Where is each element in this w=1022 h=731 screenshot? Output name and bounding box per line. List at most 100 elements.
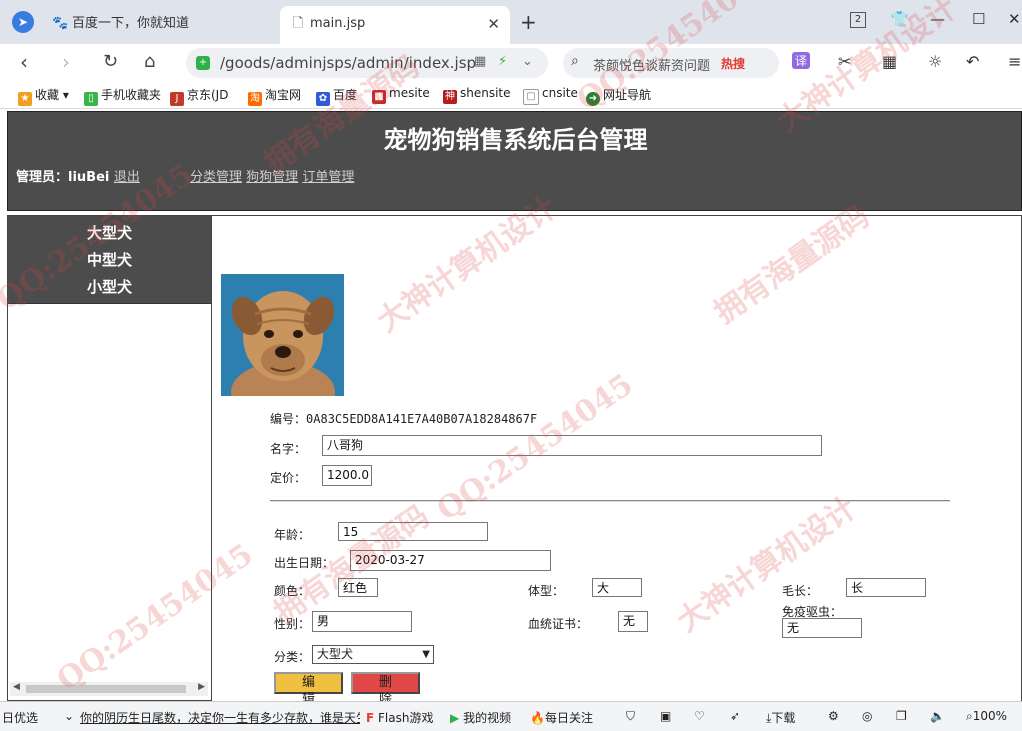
- zoom-icon: ⌕: [966, 709, 973, 723]
- download-link[interactable]: ⤓下载: [766, 709, 795, 726]
- maximize-icon[interactable]: ☐: [972, 10, 985, 28]
- scroll-thumb[interactable]: [26, 685, 186, 693]
- logout-link[interactable]: 退出: [114, 170, 140, 185]
- dog-color-field[interactable]: 红色: [338, 578, 378, 597]
- dog-price-label: 定价：: [270, 471, 307, 485]
- category-medium[interactable]: 中型犬: [8, 247, 211, 274]
- category-menu: 大型犬 中型犬 小型犬: [8, 216, 211, 304]
- dog-category-select[interactable]: 大型犬 ▼: [312, 645, 434, 664]
- forward-icon[interactable]: ›: [62, 50, 70, 74]
- dog-size-label: 体型：: [528, 584, 565, 598]
- close-window-icon[interactable]: ✕: [1008, 10, 1021, 28]
- dog-birth-field[interactable]: 2020-03-27: [350, 550, 551, 571]
- flash-games-link[interactable]: F Flash游戏: [366, 709, 433, 726]
- speaker-icon[interactable]: 🔈: [930, 709, 945, 723]
- heart-icon[interactable]: ♡: [694, 709, 705, 723]
- address-toolbar: ‹ › ↻ ⌂ + /goods/adminjsps/admin/index.j…: [0, 44, 1022, 82]
- paw-icon: ✿: [316, 92, 330, 106]
- dog-pedigree-field[interactable]: 无: [618, 611, 648, 632]
- qr-code-icon[interactable]: ▦: [474, 54, 486, 69]
- bookmark-navigation[interactable]: ➜ 网址导航: [586, 86, 651, 106]
- url-field[interactable]: + /goods/adminjsps/admin/index.jsp ▦ ⚡ ⌄: [186, 48, 548, 78]
- dog-age-field[interactable]: 15: [338, 522, 488, 541]
- nav-category-management[interactable]: 分类管理: [190, 170, 242, 185]
- new-tab-icon[interactable]: +: [520, 12, 537, 32]
- dog-id-row: 编号：0A83C5EDD8A141E7A40B07A18284867F: [270, 410, 537, 427]
- dog-fur-field[interactable]: 长: [846, 578, 926, 597]
- site-title: 宠物狗销售系统后台管理: [383, 126, 648, 154]
- menu-icon[interactable]: ≡: [1008, 52, 1021, 71]
- horizontal-scrollbar[interactable]: ◀ ▶: [10, 682, 208, 696]
- bookmark-mobile[interactable]: ▯ 手机收藏夹: [84, 86, 161, 106]
- site-header: 宠物狗销售系统后台管理 管理员：liuBei 退出 分类管理 狗狗管理 订单管理: [7, 111, 1022, 211]
- delete-button[interactable]: 删除: [351, 672, 420, 707]
- browser-logo-icon[interactable]: ➤: [12, 11, 34, 33]
- play-icon: ▶: [450, 711, 460, 725]
- scroll-right-icon[interactable]: ▶: [198, 682, 205, 692]
- tab-main-jsp[interactable]: 🗋 main.jsp ✕: [280, 6, 510, 44]
- dog-gender-field[interactable]: 男: [312, 611, 412, 632]
- zoom-control[interactable]: ⌕100%: [966, 709, 1007, 724]
- status-left-label[interactable]: 日优选: [2, 709, 38, 726]
- tab-count-badge[interactable]: 2: [850, 12, 866, 28]
- reload-icon[interactable]: ↻: [103, 50, 118, 74]
- globe-icon[interactable]: ◎: [862, 709, 872, 723]
- apps-grid-icon[interactable]: ▦: [882, 52, 897, 71]
- dog-id-label: 编号：: [270, 412, 307, 426]
- admin-name: liuBei: [68, 170, 110, 185]
- dog-deworm-field[interactable]: 无: [782, 618, 862, 638]
- translate-button[interactable]: 译: [792, 52, 811, 69]
- nav-order-management[interactable]: 订单管理: [302, 170, 354, 185]
- url-text: /goods/adminjsps/admin/index.jsp: [220, 54, 477, 72]
- dog-gender-label: 性别：: [274, 617, 311, 631]
- window-icon[interactable]: ❐: [896, 709, 907, 723]
- dog-price-field[interactable]: 1200.0: [322, 465, 372, 486]
- my-videos-link[interactable]: ▶ 我的视频: [450, 709, 511, 726]
- fire-icon: 🔥: [530, 711, 545, 725]
- search-placeholder: 茶颜悦色谈薪资问题: [593, 59, 711, 74]
- back-icon[interactable]: ‹: [20, 50, 28, 74]
- tab-baidu[interactable]: 🐾 百度一下，你就知道: [52, 6, 272, 44]
- dog-fur-label: 毛长：: [782, 584, 819, 598]
- daily-focus-link[interactable]: 🔥每日关注: [530, 709, 593, 726]
- dog-name-field[interactable]: 八哥狗: [322, 435, 822, 456]
- bookmark-jd[interactable]: J 京东(JD: [170, 86, 228, 106]
- search-box[interactable]: ⌕ 茶颜悦色谈薪资问题 热搜: [563, 48, 779, 78]
- category-small[interactable]: 小型犬: [8, 274, 211, 301]
- scissors-icon[interactable]: ✂: [838, 52, 851, 71]
- chevron-down-icon[interactable]: ⌄: [64, 709, 74, 723]
- settings-icon[interactable]: ⚙: [828, 709, 839, 723]
- undo-icon[interactable]: ↶: [966, 52, 979, 71]
- image-icon[interactable]: ▣: [660, 709, 671, 723]
- admin-info: 管理员：liuBei 退出: [16, 166, 140, 185]
- news-ticker[interactable]: 你的阴历生日尾数，决定你一生有多少存款，谁是天生: [80, 709, 360, 726]
- dog-birth-label: 出生日期：: [274, 556, 335, 570]
- home-icon[interactable]: ⌂: [144, 50, 155, 74]
- dog-id-value: 0A83C5EDD8A141E7A40B07A18284867F: [306, 412, 538, 426]
- bookmark-mesite[interactable]: ■ mesite: [372, 86, 430, 104]
- dog-size-field[interactable]: 大: [592, 578, 642, 597]
- star-icon: ★: [18, 92, 32, 106]
- chevron-down-icon[interactable]: ⌄: [522, 54, 533, 69]
- bookmark-favorites[interactable]: ★ 收藏 ▾: [18, 86, 69, 106]
- brightness-icon[interactable]: ☼: [928, 52, 942, 71]
- bookmark-taobao[interactable]: 淘淘宝网: [248, 86, 301, 106]
- dog-photo: [221, 274, 344, 396]
- bookmark-baidu[interactable]: ✿ 百度: [316, 86, 357, 106]
- bookmark-cnsite[interactable]: ▢ cnsite: [523, 86, 578, 105]
- rocket-icon[interactable]: ➶: [730, 709, 740, 723]
- minimize-icon[interactable]: —: [930, 10, 945, 28]
- scroll-left-icon[interactable]: ◀: [13, 682, 20, 692]
- lightning-icon[interactable]: ⚡: [498, 54, 507, 69]
- category-large[interactable]: 大型犬: [8, 220, 211, 247]
- edit-button[interactable]: 编辑: [274, 672, 343, 707]
- chevron-down-icon: ▼: [422, 649, 430, 660]
- shirt-icon[interactable]: 👕: [890, 10, 909, 28]
- shield-icon[interactable]: ⛉: [626, 709, 635, 724]
- flash-icon: F: [366, 711, 375, 725]
- search-icon: ⌕: [571, 53, 579, 69]
- dog-age-label: 年龄：: [274, 528, 311, 542]
- bookmark-shensite[interactable]: 神 shensite: [443, 86, 511, 104]
- close-tab-icon[interactable]: ✕: [487, 6, 500, 42]
- nav-dog-management[interactable]: 狗狗管理: [246, 170, 298, 185]
